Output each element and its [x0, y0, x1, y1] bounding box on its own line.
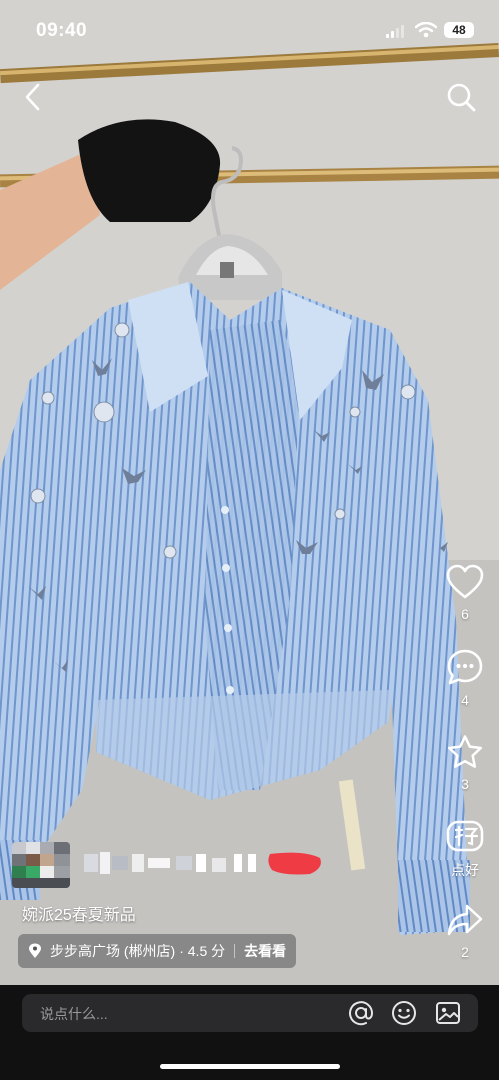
back-icon [25, 83, 40, 111]
post-caption: 婉派25春夏新品 [22, 907, 136, 924]
author-username-obscured[interactable] [84, 848, 324, 878]
cellular-signal-icon [386, 25, 404, 38]
location-name: 步步高广场 (郴州店) [50, 943, 176, 959]
comment-button[interactable]: 4 [440, 648, 490, 708]
recommend-label: 点好 [451, 862, 479, 878]
comment-input[interactable]: 说点什么... [22, 994, 478, 1032]
location-rating: · 4.5 分 [179, 943, 226, 959]
bottom-bar: 说点什么... [0, 985, 499, 1080]
wifi-icon [415, 22, 437, 38]
heart-icon [446, 564, 484, 599]
share-icon [447, 904, 483, 936]
comment-placeholder: 说点什么... [40, 1006, 108, 1022]
avatar-pixelated [12, 842, 70, 888]
comment-icon [447, 649, 483, 685]
favorite-button[interactable]: 3 [440, 734, 490, 792]
search-button[interactable] [444, 80, 478, 114]
recommend-button[interactable]: 点好 [440, 818, 490, 880]
post-photo[interactable] [0, 0, 499, 985]
username-pixelated [84, 852, 321, 875]
status-bar: 09:40 48 [0, 0, 499, 62]
author-avatar[interactable] [12, 842, 70, 888]
favorite-count: 3 [461, 776, 469, 792]
like-count: 6 [461, 606, 469, 622]
emoji-icon[interactable] [391, 1000, 417, 1026]
like-button[interactable]: 6 [440, 564, 490, 622]
back-button[interactable] [20, 82, 48, 112]
search-icon [447, 83, 476, 112]
at-icon[interactable] [348, 1000, 374, 1026]
battery-level: 48 [444, 22, 474, 38]
location-chip[interactable]: 步步高广场 (郴州店) · 4.5 分 去看看 [18, 934, 297, 968]
share-count: 2 [461, 944, 469, 960]
status-time: 09:40 [36, 20, 88, 41]
location-pin-icon [29, 943, 41, 958]
shirt-photo-illustration [0, 0, 499, 985]
image-icon[interactable] [435, 1000, 461, 1026]
comment-count: 4 [461, 692, 469, 708]
recommend-icon [446, 820, 484, 852]
home-indicator[interactable] [160, 1064, 340, 1069]
share-button[interactable]: 2 [440, 902, 490, 960]
divider [234, 944, 236, 958]
view-location-link[interactable]: 去看看 [244, 941, 286, 961]
star-icon [447, 735, 483, 768]
